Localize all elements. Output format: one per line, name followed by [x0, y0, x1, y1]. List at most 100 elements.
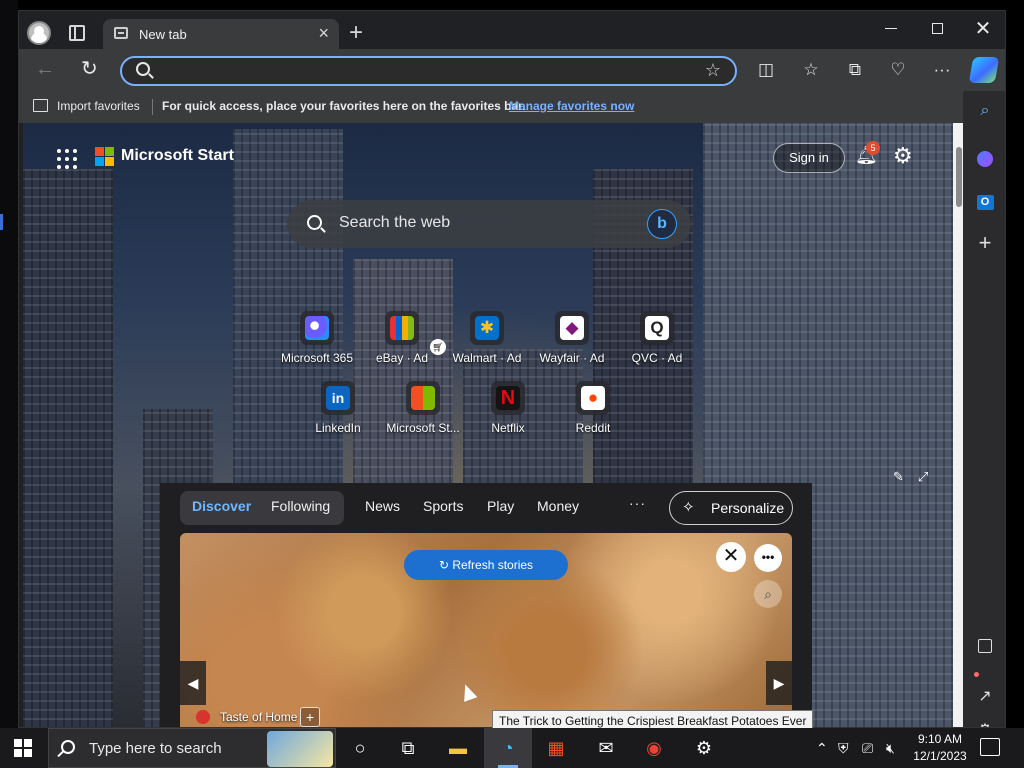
more-options-icon[interactable]: ••• [754, 544, 782, 572]
new-tab-button[interactable]: + [349, 21, 363, 45]
new-tab-page: Microsoft Start Sign in 🔔︎ 5 ⚙ Search th… [23, 123, 963, 727]
close-window-button[interactable]: ✕ [963, 17, 1003, 41]
close-icon[interactable]: ✕ [716, 542, 746, 572]
notification-center-icon[interactable] [980, 738, 1000, 756]
tab-new-tab[interactable]: New tab × [103, 19, 339, 49]
carousel-next-button[interactable]: ▶ [766, 661, 792, 705]
bing-chat-icon[interactable]: b [647, 209, 677, 239]
featured-story-card[interactable]: ↻ Refresh stories ✕ ••• ⌕ ◀ ▶ Taste of H… [180, 533, 792, 727]
tab-money[interactable]: Money [537, 498, 579, 514]
security-icon[interactable]: ⛨ [838, 740, 849, 757]
edit-background-icon[interactable]: ✎ [893, 469, 904, 484]
sidebar-settings-icon[interactable]: ⚙ [975, 721, 995, 727]
taskbar-search-placeholder: Type here to search [89, 740, 222, 757]
tab-sports[interactable]: Sports [423, 498, 463, 514]
tab-bar: New tab × + ✕ [19, 11, 1005, 49]
browser-essentials-icon[interactable]: ♡ [887, 59, 909, 81]
network-icon[interactable]: ⎚ [862, 740, 873, 757]
quick-link[interactable]: in LinkedIn [294, 381, 382, 437]
more-tabs-button[interactable]: ··· [629, 495, 646, 511]
settings-gear-taskbar-icon[interactable]: ⚙ [690, 734, 718, 762]
quick-link[interactable]: ● Reddit [549, 381, 637, 437]
notification-count-badge: 5 [866, 141, 880, 155]
taskbar-search-box[interactable]: Type here to search [48, 728, 336, 768]
wayfair-icon: ◆ [555, 311, 589, 345]
quick-link[interactable]: ✱ Walmart · Ad [443, 311, 531, 367]
favorites-bar: Import favorites For quick access, place… [19, 91, 1005, 123]
page-scrollbar[interactable] [953, 123, 963, 727]
apps-launcher-icon[interactable] [57, 149, 77, 169]
follow-source-button[interactable]: + [300, 707, 320, 727]
close-tab-icon[interactable]: × [318, 23, 329, 43]
add-sidebar-app-icon[interactable]: + [975, 232, 995, 254]
manage-favorites-link[interactable]: Manage favorites now [509, 99, 634, 113]
sidebar-copilot-icon[interactable] [975, 151, 995, 171]
quick-link[interactable]: ◆ Wayfair · Ad [528, 311, 616, 367]
sidebar-search-icon[interactable]: ⌕ [975, 101, 995, 121]
quick-link[interactable]: N Netflix [464, 381, 552, 437]
hide-sidebar-icon[interactable] [975, 639, 995, 659]
expand-icon[interactable]: ⤢ [918, 469, 928, 484]
source-name[interactable]: Taste of Home [220, 710, 297, 724]
tab-title: New tab [139, 27, 187, 42]
web-search-box[interactable]: Search the web b [287, 200, 691, 248]
profile-avatar[interactable] [27, 21, 51, 45]
visual-search-icon[interactable]: ⌕ [754, 580, 782, 608]
microsoft-365-icon [300, 311, 334, 345]
address-bar[interactable]: ☆ [120, 56, 737, 86]
outlook-icon[interactable]: O [975, 191, 995, 211]
split-screen-icon[interactable]: ◫ [755, 59, 777, 81]
brand-title[interactable]: Microsoft Start [121, 147, 234, 165]
quick-link[interactable]: Microsoft St... [379, 381, 467, 437]
edge-taskbar-button[interactable]: ◔ [484, 728, 532, 768]
minimize-button[interactable] [871, 17, 911, 41]
refresh-stories-label: Refresh stories [452, 558, 534, 572]
microsoft-store-taskbar-icon[interactable]: ▦ [542, 734, 570, 762]
personalize-button[interactable]: ✧ Personalize [669, 491, 793, 525]
refresh-stories-button[interactable]: ↻ Refresh stories [404, 550, 568, 580]
show-hidden-icons-icon[interactable]: ⌃ [816, 740, 828, 757]
microsoft-logo-icon [95, 147, 115, 167]
chrome-icon[interactable]: ◉ [640, 734, 668, 762]
quick-link[interactable]: eBay · Ad 🛒︎ [358, 311, 446, 367]
favbar-divider [152, 99, 153, 115]
system-clock[interactable]: 9:10 AM 12/1/2023 [910, 731, 970, 765]
favorites-hint: For quick access, place your favorites h… [162, 99, 526, 113]
tab-news[interactable]: News [365, 498, 400, 514]
background-building [23, 169, 113, 727]
toolbar: ← ↻ ☆ ◫ ☆ ⧉ ♡ ··· [19, 49, 1005, 91]
cortana-icon[interactable]: ○ [346, 734, 374, 762]
carousel-previous-button[interactable]: ◀ [180, 661, 206, 705]
copilot-icon[interactable] [968, 57, 1000, 83]
settings-more-icon[interactable]: ··· [931, 59, 953, 81]
refresh-icon[interactable]: ↻ [81, 56, 98, 81]
tab-play[interactable]: Play [487, 498, 514, 514]
refresh-icon: ↻ [438, 558, 453, 572]
desktop-edge [0, 0, 18, 728]
minimize-icon [885, 27, 897, 29]
maximize-icon [931, 23, 943, 34]
quick-link[interactable]: Q QVC · Ad [613, 311, 701, 367]
scrollbar-thumb[interactable] [956, 147, 962, 207]
sign-in-button[interactable]: Sign in [773, 143, 845, 173]
volume-muted-icon[interactable]: 🔇︎ [886, 740, 895, 757]
quick-link[interactable]: Microsoft 365 [273, 311, 361, 367]
tab-discover[interactable]: Discover [192, 498, 251, 514]
external-link-icon[interactable]: ↗ [975, 687, 995, 707]
maximize-button[interactable] [917, 17, 957, 41]
gear-icon[interactable]: ⚙ [893, 143, 913, 169]
sparkle-icon: ✧ [682, 499, 695, 516]
favorites-icon[interactable]: ☆ [800, 59, 822, 81]
back-arrow-icon[interactable]: ← [35, 58, 55, 81]
windows-start-icon[interactable] [14, 739, 32, 757]
collections-icon[interactable]: ⧉ [844, 59, 866, 81]
tab-following[interactable]: Following [271, 498, 330, 514]
add-favorite-star-icon[interactable]: ☆ [705, 60, 721, 81]
tab-actions-icon[interactable] [69, 25, 85, 41]
file-explorer-icon[interactable]: ▬ [444, 734, 472, 762]
task-view-icon[interactable]: ⧉ [394, 734, 422, 762]
address-input[interactable] [162, 61, 682, 81]
import-favorites-button[interactable]: Import favorites [57, 99, 140, 113]
mail-icon[interactable]: ✉ [592, 734, 620, 762]
import-favorites-icon [33, 99, 48, 112]
